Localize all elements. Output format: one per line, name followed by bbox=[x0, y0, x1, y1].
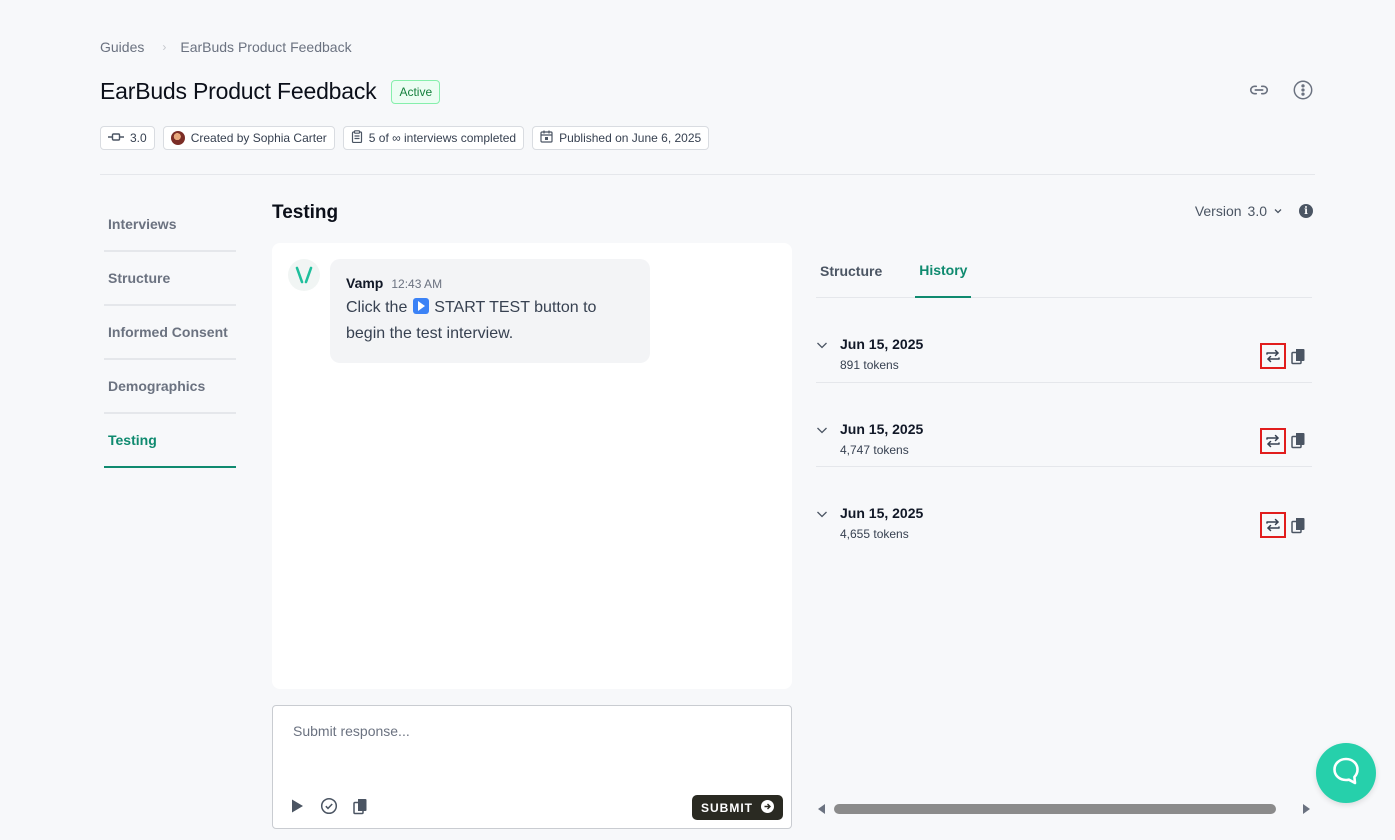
sidebar-item-label: Interviews bbox=[108, 216, 177, 232]
sidebar-item-structure[interactable]: Structure bbox=[104, 252, 236, 306]
sidebar-item-label: Demographics bbox=[108, 378, 206, 394]
sidebar-item-testing[interactable]: Testing bbox=[104, 414, 236, 468]
play-icon[interactable] bbox=[287, 796, 307, 816]
breadcrumb-guides-link[interactable]: Guides bbox=[100, 39, 144, 55]
history-item: Jun 15, 2025 4,747 tokens bbox=[816, 383, 1312, 467]
header-actions bbox=[1247, 78, 1315, 102]
chevron-down-icon[interactable] bbox=[816, 507, 828, 519]
response-input[interactable] bbox=[273, 706, 791, 786]
sidebar-item-label: Informed Consent bbox=[108, 324, 228, 340]
page-title: EarBuds Product Feedback bbox=[100, 78, 377, 104]
breadcrumb: Guides › EarBuds Product Feedback bbox=[100, 39, 352, 55]
version-selector: Version 3.0 i bbox=[1195, 203, 1313, 219]
horizontal-scrollbar[interactable] bbox=[816, 801, 1312, 817]
version-chip: 3.0 bbox=[100, 126, 155, 150]
response-composer: SUBMIT bbox=[272, 705, 792, 829]
version-dropdown[interactable]: Version 3.0 bbox=[1195, 203, 1283, 219]
history-date: Jun 15, 2025 bbox=[840, 336, 924, 352]
copy-icon[interactable] bbox=[351, 796, 371, 816]
interviews-label: 5 of ∞ interviews completed bbox=[368, 131, 517, 145]
header-divider bbox=[100, 174, 1315, 175]
info-icon[interactable]: i bbox=[1299, 204, 1313, 218]
history-date: Jun 15, 2025 bbox=[840, 420, 924, 437]
message-text: Click the START TEST button to begin the… bbox=[346, 295, 634, 347]
chevron-down-icon bbox=[1273, 203, 1283, 219]
link-icon[interactable] bbox=[1247, 78, 1271, 102]
vamp-logo-icon bbox=[288, 259, 320, 291]
version-value: 3.0 bbox=[1247, 203, 1267, 219]
version-label: Version bbox=[1194, 203, 1242, 219]
right-panel: Structure History Jun 15, 2025 891 token… bbox=[816, 243, 1312, 552]
version-chip-label: 3.0 bbox=[130, 131, 147, 145]
tab-label: History bbox=[919, 261, 968, 278]
interviews-chip: 5 of ∞ interviews completed bbox=[342, 126, 525, 150]
help-chat-button[interactable] bbox=[1316, 743, 1376, 803]
published-label: Published on June 6, 2025 bbox=[559, 131, 702, 145]
check-circle-icon[interactable] bbox=[319, 796, 339, 816]
creator-chip: Created by Sophia Carter bbox=[162, 126, 335, 150]
history-item: Jun 15, 2025 4,655 tokens bbox=[816, 467, 1312, 552]
scrollbar-thumb[interactable] bbox=[834, 804, 1276, 814]
commit-icon bbox=[108, 131, 124, 145]
restore-version-icon[interactable] bbox=[1260, 512, 1286, 538]
history-item: Jun 15, 2025 891 tokens bbox=[816, 298, 1312, 383]
message-sender: Vamp bbox=[346, 275, 384, 291]
breadcrumb-current: EarBuds Product Feedback bbox=[180, 39, 352, 55]
scroll-right-icon[interactable] bbox=[1300, 801, 1312, 817]
sidebar-item-informed-consent[interactable]: Informed Consent bbox=[104, 306, 236, 360]
scrollbar-track[interactable] bbox=[834, 804, 1294, 814]
history-tokens: 4,655 tokens bbox=[840, 527, 909, 541]
chevron-down-icon[interactable] bbox=[816, 423, 828, 435]
copy-icon[interactable] bbox=[1286, 428, 1312, 454]
chat-panel: Vamp 12:43 AM Click the START TEST butto… bbox=[272, 243, 792, 689]
submit-label: SUBMIT bbox=[701, 800, 753, 815]
section-title: Testing bbox=[272, 202, 339, 223]
sidebar-item-demographics[interactable]: Demographics bbox=[104, 360, 236, 414]
tab-history[interactable]: History bbox=[915, 243, 972, 298]
copy-icon[interactable] bbox=[1286, 512, 1312, 538]
arrow-right-circle-icon bbox=[761, 799, 774, 816]
restore-version-icon[interactable] bbox=[1260, 427, 1286, 454]
breadcrumb-separator: › bbox=[162, 40, 167, 54]
sidebar-item-interviews[interactable]: Interviews bbox=[104, 198, 236, 252]
published-chip: Published on June 6, 2025 bbox=[532, 126, 710, 150]
message-text-before: Click the bbox=[346, 299, 408, 316]
status-badge: Active bbox=[391, 79, 441, 104]
sidebar-nav: Interviews Structure Informed Consent De… bbox=[104, 198, 236, 468]
restore-version-icon[interactable] bbox=[1260, 343, 1286, 369]
right-tabs: Structure History bbox=[816, 243, 1312, 298]
chat-bubble-icon bbox=[1331, 756, 1361, 791]
calendar-icon bbox=[540, 130, 553, 146]
more-vertical-icon[interactable] bbox=[1291, 78, 1315, 102]
chat-message: Vamp 12:43 AM Click the START TEST butto… bbox=[330, 259, 650, 363]
play-button-emoji-icon bbox=[412, 298, 429, 314]
history-list: Jun 15, 2025 891 tokens Jun 15, 2025 4,7… bbox=[816, 298, 1312, 552]
title-row: EarBuds Product Feedback Active bbox=[100, 78, 441, 105]
history-date: Jun 15, 2025 bbox=[840, 505, 924, 521]
copy-icon[interactable] bbox=[1286, 343, 1312, 369]
message-time: 12:43 AM bbox=[391, 277, 443, 291]
tab-label: Structure bbox=[820, 262, 883, 279]
history-tokens: 891 tokens bbox=[840, 358, 899, 372]
clipboard-icon bbox=[351, 130, 363, 146]
chevron-down-icon[interactable] bbox=[816, 338, 828, 350]
submit-button[interactable]: SUBMIT bbox=[692, 795, 783, 820]
composer-tools bbox=[287, 796, 371, 816]
history-tokens: 4,747 tokens bbox=[840, 442, 909, 457]
creator-label: Created by Sophia Carter bbox=[190, 131, 327, 145]
scroll-left-icon[interactable] bbox=[816, 801, 828, 817]
avatar bbox=[170, 131, 185, 145]
tab-structure[interactable]: Structure bbox=[816, 243, 886, 298]
sidebar-item-label: Testing bbox=[108, 432, 157, 448]
meta-row: 3.0 Created by Sophia Carter 5 of ∞ inte… bbox=[100, 126, 710, 150]
sidebar-item-label: Structure bbox=[108, 270, 171, 286]
